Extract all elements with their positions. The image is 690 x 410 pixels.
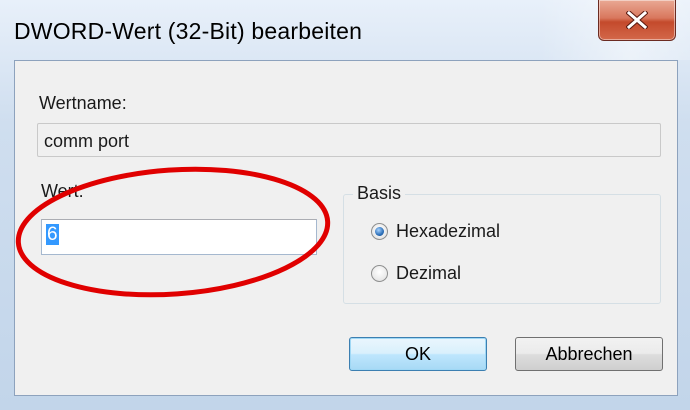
ok-button[interactable]: OK	[349, 337, 487, 371]
radio-unchecked-icon	[371, 265, 388, 282]
value-name-field: comm port	[37, 123, 661, 157]
radio-checked-icon	[371, 223, 388, 240]
base-group-title: Basis	[353, 183, 406, 204]
radio-decimal[interactable]: Dezimal	[371, 263, 461, 284]
value-data-input[interactable]: 6	[41, 219, 317, 255]
radio-decimal-label: Dezimal	[396, 263, 462, 283]
value-name-label: Wertname:	[39, 93, 127, 113]
cancel-button[interactable]: Abbrechen	[515, 337, 663, 371]
selected-value-text: 6	[46, 224, 59, 245]
dialog-window-frame: DWORD-Wert (32-Bit) bearbeiten Wertname:…	[0, 0, 690, 410]
close-icon	[626, 11, 648, 29]
close-button[interactable]	[598, 0, 676, 41]
radio-hexadecimal-label: Hexadezimal	[396, 221, 501, 241]
dialog-client-area: Wertname: comm port Wert: 6 Basis Hexade…	[14, 60, 678, 396]
base-groupbox	[343, 194, 661, 304]
window-title: DWORD-Wert (32-Bit) bearbeiten	[14, 18, 363, 44]
value-data-label: Wert:	[41, 181, 84, 201]
radio-hexadecimal[interactable]: Hexadezimal	[371, 221, 500, 242]
